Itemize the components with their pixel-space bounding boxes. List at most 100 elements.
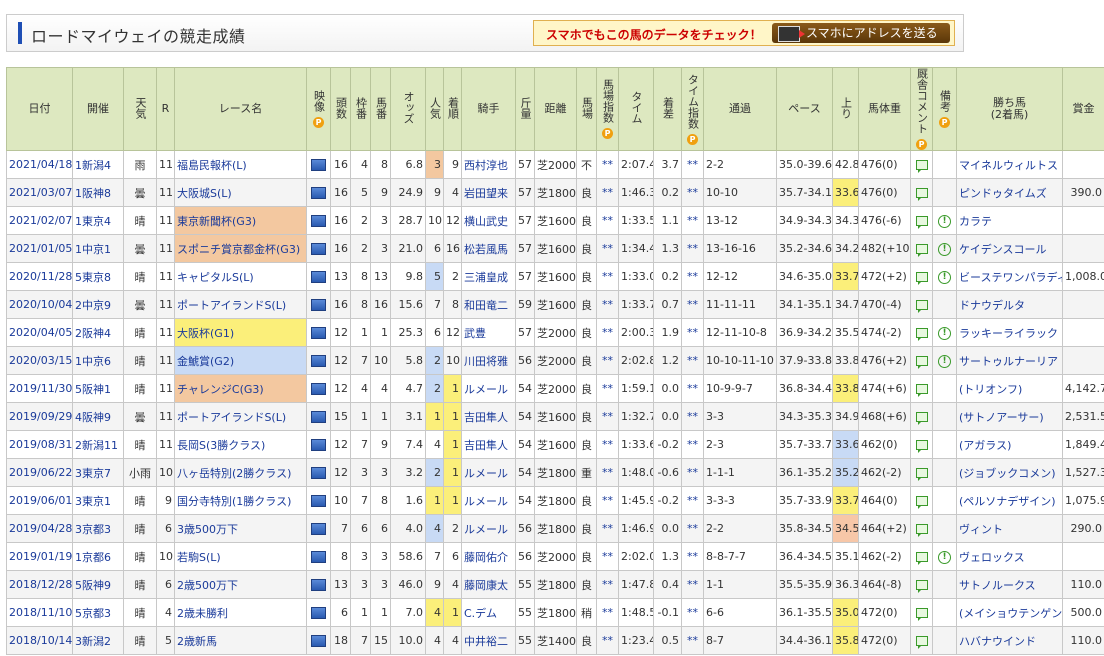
race-name-link[interactable]: 2歳未勝利 [174, 598, 307, 627]
comment-icon[interactable] [915, 160, 928, 173]
jockey-link[interactable]: 吉田隼人 [461, 430, 516, 459]
race-date-link[interactable]: 2018/12/28 [6, 570, 73, 599]
winner-horse-link[interactable]: サトノルークス [956, 570, 1063, 599]
remark-cell[interactable]: ! [932, 346, 957, 375]
remark-cell[interactable]: ! [932, 318, 957, 347]
remark-cell[interactable]: ! [932, 542, 957, 571]
jockey-link[interactable]: 西村淳也 [461, 150, 516, 179]
jockey-link[interactable]: 中井裕二 [461, 626, 516, 655]
kaisai-link[interactable]: 2中京9 [72, 290, 124, 319]
winner-horse-link[interactable]: (メイショウテンゲン) [956, 598, 1063, 627]
track-index-cell[interactable]: ** [596, 542, 619, 571]
winner-horse-link[interactable]: ビーステワンパラディ [956, 262, 1063, 291]
video-cell[interactable] [306, 402, 331, 431]
kaisai-link[interactable]: 3京都3 [72, 514, 124, 543]
video-cell[interactable] [306, 598, 331, 627]
video-cell[interactable] [306, 570, 331, 599]
stable-comment-cell[interactable] [910, 318, 933, 347]
stable-comment-cell[interactable] [910, 290, 933, 319]
comment-icon[interactable] [915, 580, 928, 593]
race-date-link[interactable]: 2019/06/22 [6, 458, 73, 487]
comment-icon[interactable] [915, 384, 928, 397]
winner-horse-link[interactable]: ハバナウインド [956, 626, 1063, 655]
remark-cell[interactable] [932, 374, 957, 403]
race-name-link[interactable]: 2歳500万下 [174, 570, 307, 599]
kaisai-link[interactable]: 1新潟4 [72, 150, 124, 179]
time-index-cell[interactable]: ** [681, 234, 704, 263]
video-icon[interactable] [311, 607, 326, 619]
race-name-link[interactable]: 金鯱賞(G2) [174, 346, 307, 375]
kaisai-link[interactable]: 1京都6 [72, 542, 124, 571]
remark-cell[interactable]: ! [932, 262, 957, 291]
track-index-cell[interactable]: ** [596, 318, 619, 347]
video-cell[interactable] [306, 290, 331, 319]
remark-icon[interactable]: ! [938, 551, 951, 564]
track-index-cell[interactable]: ** [596, 234, 619, 263]
race-date-link[interactable]: 2020/10/04 [6, 290, 73, 319]
comment-icon[interactable] [915, 356, 928, 369]
video-cell[interactable] [306, 234, 331, 263]
send-address-button[interactable]: スマホにアドレスを送る [772, 23, 950, 43]
kaisai-link[interactable]: 3東京1 [72, 486, 124, 515]
winner-horse-link[interactable]: カラテ [956, 206, 1063, 235]
comment-icon[interactable] [915, 608, 928, 621]
time-index-cell[interactable]: ** [681, 290, 704, 319]
video-cell[interactable] [306, 346, 331, 375]
race-date-link[interactable]: 2019/06/01 [6, 486, 73, 515]
winner-horse-link[interactable]: サートゥルナーリア [956, 346, 1063, 375]
remark-cell[interactable] [932, 458, 957, 487]
video-icon[interactable] [311, 551, 326, 563]
kaisai-link[interactable]: 1東京4 [72, 206, 124, 235]
jockey-link[interactable]: 和田竜二 [461, 290, 516, 319]
video-icon[interactable] [311, 467, 326, 479]
comment-icon[interactable] [915, 440, 928, 453]
kaisai-link[interactable]: 5阪神1 [72, 374, 124, 403]
comment-icon[interactable] [915, 412, 928, 425]
race-name-link[interactable]: 国分寺特別(1勝クラス) [174, 486, 307, 515]
stable-comment-cell[interactable] [910, 514, 933, 543]
winner-horse-link[interactable]: (ジョブックコメン) [956, 458, 1063, 487]
jockey-link[interactable]: 横山武史 [461, 206, 516, 235]
time-index-cell[interactable]: ** [681, 178, 704, 207]
video-cell[interactable] [306, 486, 331, 515]
video-cell[interactable] [306, 318, 331, 347]
time-index-cell[interactable]: ** [681, 514, 704, 543]
video-cell[interactable] [306, 374, 331, 403]
track-index-cell[interactable]: ** [596, 178, 619, 207]
stable-comment-cell[interactable] [910, 542, 933, 571]
race-date-link[interactable]: 2020/04/05 [6, 318, 73, 347]
race-name-link[interactable]: 長岡S(3勝クラス) [174, 430, 307, 459]
race-date-link[interactable]: 2020/11/28 [6, 262, 73, 291]
remark-icon[interactable]: ! [938, 271, 951, 284]
race-date-link[interactable]: 2018/11/10 [6, 598, 73, 627]
video-cell[interactable] [306, 206, 331, 235]
video-cell[interactable] [306, 262, 331, 291]
comment-icon[interactable] [915, 328, 928, 341]
race-date-link[interactable]: 2019/04/28 [6, 514, 73, 543]
jockey-link[interactable]: C.デム [461, 598, 516, 627]
video-icon[interactable] [311, 383, 326, 395]
remark-cell[interactable] [932, 570, 957, 599]
track-index-cell[interactable]: ** [596, 206, 619, 235]
race-name-link[interactable]: ポートアイランドS(L) [174, 402, 307, 431]
race-name-link[interactable]: チャレンジC(G3) [174, 374, 307, 403]
winner-horse-link[interactable]: ケイデンスコール [956, 234, 1063, 263]
video-icon[interactable] [311, 299, 326, 311]
video-cell[interactable] [306, 430, 331, 459]
kaisai-link[interactable]: 5京都3 [72, 598, 124, 627]
race-date-link[interactable]: 2018/10/14 [6, 626, 73, 655]
track-index-cell[interactable]: ** [596, 290, 619, 319]
time-index-cell[interactable]: ** [681, 262, 704, 291]
time-index-cell[interactable]: ** [681, 598, 704, 627]
jockey-link[interactable]: 松若風馬 [461, 234, 516, 263]
jockey-link[interactable]: 藤岡康太 [461, 570, 516, 599]
video-icon[interactable] [311, 495, 326, 507]
race-date-link[interactable]: 2019/09/29 [6, 402, 73, 431]
race-name-link[interactable]: キャピタルS(L) [174, 262, 307, 291]
race-name-link[interactable]: 大阪杯(G1) [174, 318, 307, 347]
video-icon[interactable] [311, 579, 326, 591]
track-index-cell[interactable]: ** [596, 570, 619, 599]
jockey-link[interactable]: 岩田望来 [461, 178, 516, 207]
kaisai-link[interactable]: 3新潟2 [72, 626, 124, 655]
stable-comment-cell[interactable] [910, 458, 933, 487]
